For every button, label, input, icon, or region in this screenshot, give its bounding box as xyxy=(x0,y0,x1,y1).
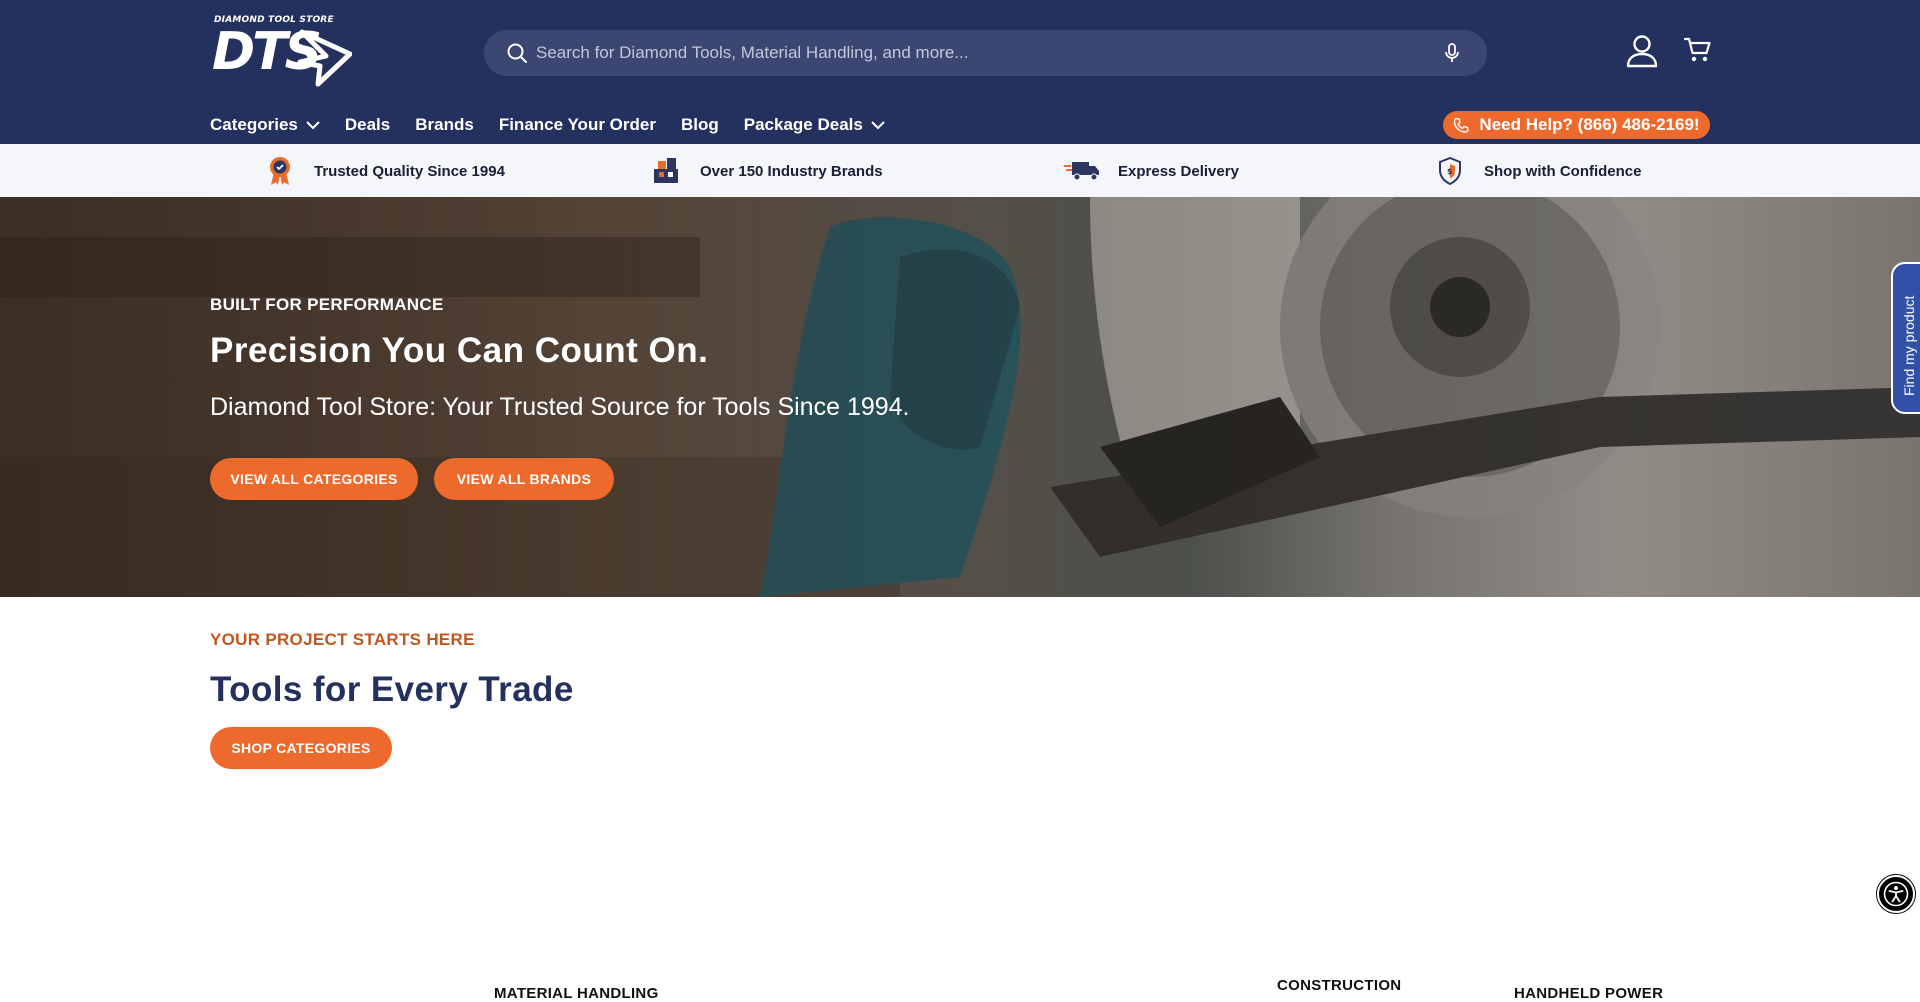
svg-text:$: $ xyxy=(1447,167,1453,176)
view-all-brands-button[interactable]: VIEW ALL BRANDS xyxy=(434,458,614,500)
nav-categories[interactable]: Categories xyxy=(210,115,320,135)
nav-categories-label: Categories xyxy=(210,115,298,134)
hero-kicker: BUILT FOR PERFORMANCE xyxy=(210,295,444,314)
nav-blog[interactable]: Blog xyxy=(681,115,719,135)
trust-label-delivery: Express Delivery xyxy=(1118,162,1239,180)
hero-title: Precision You Can Count On. xyxy=(210,331,709,370)
chevron-down-icon xyxy=(871,120,885,129)
nav-finance-label: Finance Your Order xyxy=(498,115,656,134)
dts-logo[interactable]: DIAMOND TOOL STORE DTS xyxy=(210,14,352,88)
trust-item-confidence: $ Shop with Confidence xyxy=(1434,156,1642,186)
delivery-truck-icon xyxy=(1064,156,1100,186)
award-ribbon-icon xyxy=(264,156,296,186)
nav-deals[interactable]: Deals xyxy=(345,115,390,135)
trust-label-quality: Trusted Quality Since 1994 xyxy=(314,162,505,180)
boxes-icon xyxy=(650,156,682,186)
section-kicker: YOUR PROJECT STARTS HERE xyxy=(210,630,475,649)
account-icon[interactable] xyxy=(1626,34,1658,68)
category-label-handheld-power[interactable]: HANDHELD POWER xyxy=(1514,985,1663,1002)
nav-brands[interactable]: Brands xyxy=(415,115,474,135)
trust-item-delivery: Express Delivery xyxy=(1064,156,1239,186)
shield-icon: $ xyxy=(1434,156,1466,186)
trust-label-confidence: Shop with Confidence xyxy=(1484,162,1642,180)
nav-finance[interactable]: Finance Your Order xyxy=(499,115,656,135)
need-help-button[interactable]: Need Help? (866) 486-2169! xyxy=(1443,111,1710,139)
trust-label-brands: Over 150 Industry Brands xyxy=(700,162,883,180)
phone-icon xyxy=(1454,117,1470,133)
category-label-construction[interactable]: CONSTRUCTION xyxy=(1277,977,1401,994)
nav-brands-label: Brands xyxy=(415,115,474,134)
trust-item-brands: Over 150 Industry Brands xyxy=(650,156,883,186)
main-nav: Categories Deals Brands Finance Your Ord… xyxy=(210,113,910,137)
cart-icon[interactable] xyxy=(1684,36,1712,64)
nav-deals-label: Deals xyxy=(344,115,391,134)
microphone-icon[interactable] xyxy=(1441,42,1463,64)
find-my-product-tab[interactable]: Find my product xyxy=(1891,262,1920,414)
chevron-down-icon xyxy=(306,120,320,129)
search-input[interactable] xyxy=(536,30,1416,76)
trust-bar: Trusted Quality Since 1994 Over 150 Indu… xyxy=(0,144,1920,197)
site-header: DIAMOND TOOL STORE DTS Categories Deals xyxy=(0,0,1920,144)
find-my-product-label: Find my product xyxy=(1901,295,1917,396)
nav-blog-label: Blog xyxy=(680,115,719,134)
hero-banner: BUILT FOR PERFORMANCE Precision You Can … xyxy=(0,197,1920,597)
shop-categories-button[interactable]: SHOP CATEGORIES xyxy=(210,727,392,769)
accessibility-button[interactable] xyxy=(1877,875,1915,913)
nav-package-deals-label: Package Deals xyxy=(743,115,863,134)
nav-package-deals[interactable]: Package Deals xyxy=(744,115,885,135)
need-help-label: Need Help? (866) 486-2169! xyxy=(1479,115,1700,134)
logo-arrow-icon xyxy=(297,29,352,87)
section-title: Tools for Every Trade xyxy=(210,670,574,709)
search-icon[interactable] xyxy=(506,42,528,64)
view-all-categories-button[interactable]: VIEW ALL CATEGORIES xyxy=(210,458,418,500)
hero-subtitle: Diamond Tool Store: Your Trusted Source … xyxy=(210,393,910,421)
accessibility-icon xyxy=(1883,881,1909,907)
search-bar[interactable] xyxy=(484,30,1487,76)
category-label-material-handling[interactable]: MATERIAL HANDLING xyxy=(494,985,659,1002)
trust-item-quality: Trusted Quality Since 1994 xyxy=(264,156,505,186)
